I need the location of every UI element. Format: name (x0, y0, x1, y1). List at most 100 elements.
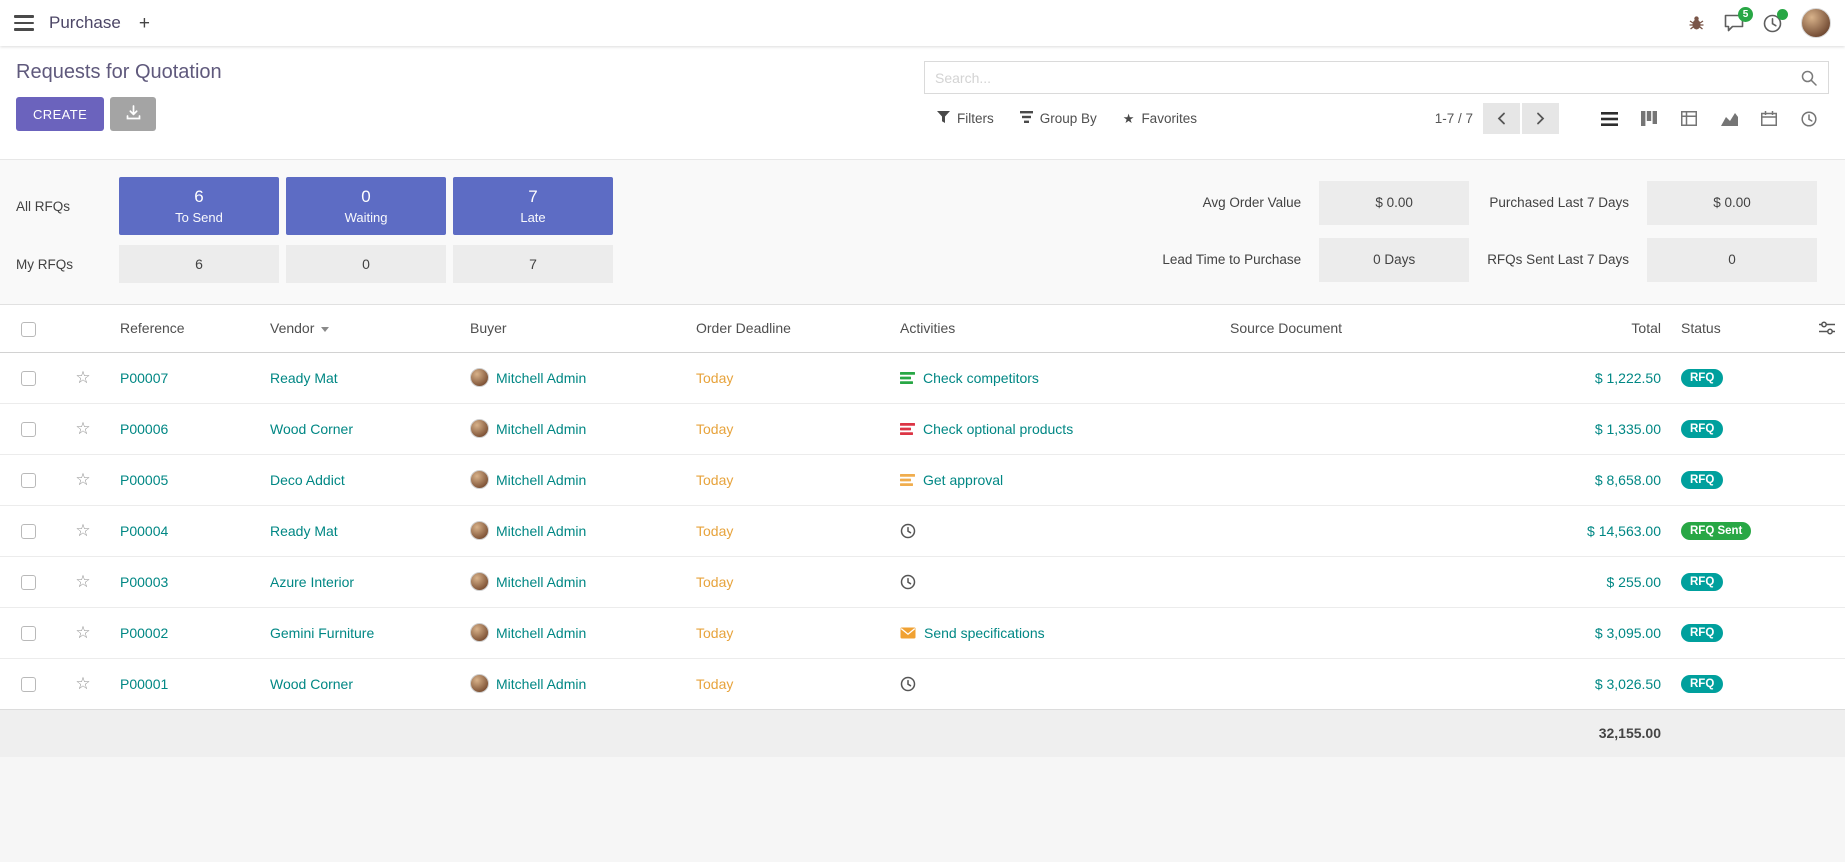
col-header-status[interactable]: Status (1671, 305, 1787, 352)
activity-icon[interactable] (900, 627, 916, 639)
table-row[interactable]: ☆ P00001 Wood Corner Mitchell Admin Toda… (0, 658, 1845, 709)
activity-cell[interactable] (900, 574, 1210, 590)
activity-cell[interactable] (900, 676, 1210, 692)
favorite-star-icon[interactable]: ☆ (75, 674, 90, 693)
vendor-link[interactable]: Ready Mat (270, 523, 338, 539)
vendor-link[interactable]: Wood Corner (270, 421, 353, 437)
card-to-send[interactable]: 6 To Send (119, 177, 279, 235)
total-amount: $ 8,658.00 (1595, 472, 1661, 488)
vendor-link[interactable]: Ready Mat (270, 370, 338, 386)
activity-icon[interactable] (900, 371, 915, 385)
view-switch-pivot-icon[interactable] (1669, 103, 1709, 134)
table-row[interactable]: ☆ P00007 Ready Mat Mitchell Admin Today … (0, 352, 1845, 403)
vendor-link[interactable]: Wood Corner (270, 676, 353, 692)
favorite-star-icon[interactable]: ☆ (75, 521, 90, 540)
col-header-buyer[interactable]: Buyer (460, 305, 686, 352)
row-checkbox[interactable] (21, 677, 36, 692)
activity-icon[interactable] (900, 422, 915, 436)
col-header-order-deadline[interactable]: Order Deadline (686, 305, 890, 352)
buyer-name[interactable]: Mitchell Admin (496, 523, 586, 539)
row-checkbox[interactable] (21, 422, 36, 437)
user-avatar[interactable] (1801, 8, 1831, 38)
favorites-star-icon: ★ (1123, 111, 1135, 127)
debug-bug-icon[interactable] (1688, 15, 1705, 31)
reference-link[interactable]: P00003 (120, 574, 168, 590)
reference-link[interactable]: P00005 (120, 472, 168, 488)
view-switch-calendar-icon[interactable] (1749, 103, 1789, 134)
create-button[interactable]: CREATE (16, 97, 104, 131)
col-header-reference[interactable]: Reference (110, 305, 260, 352)
favorite-star-icon[interactable]: ☆ (75, 368, 90, 387)
reference-link[interactable]: P00002 (120, 625, 168, 641)
table-row[interactable]: ☆ P00006 Wood Corner Mitchell Admin Toda… (0, 403, 1845, 454)
reference-link[interactable]: P00007 (120, 370, 168, 386)
view-switch-graph-icon[interactable] (1709, 103, 1749, 134)
col-header-activities[interactable]: Activities (890, 305, 1220, 352)
search-input[interactable] (925, 70, 1790, 86)
messages-icon[interactable]: 5 (1724, 14, 1744, 32)
row-checkbox[interactable] (21, 575, 36, 590)
vendor-link[interactable]: Deco Addict (270, 472, 345, 488)
buyer-name[interactable]: Mitchell Admin (496, 574, 586, 590)
group-by-button[interactable]: Group By (1007, 105, 1110, 132)
my-to-send-value[interactable]: 6 (119, 245, 279, 283)
my-late-value[interactable]: 7 (453, 245, 613, 283)
favorite-star-icon[interactable]: ☆ (75, 572, 90, 591)
activity-cell[interactable]: Get approval (900, 472, 1210, 488)
view-switch-list-icon[interactable] (1589, 103, 1629, 134)
col-header-total[interactable]: Total (1448, 305, 1671, 352)
my-waiting-value[interactable]: 0 (286, 245, 446, 283)
filters-button[interactable]: Filters (924, 105, 1007, 132)
activity-label[interactable]: Check optional products (923, 421, 1073, 437)
menu-hamburger-icon[interactable] (14, 15, 34, 31)
reference-link[interactable]: P00006 (120, 421, 168, 437)
buyer-name[interactable]: Mitchell Admin (496, 472, 586, 488)
export-button[interactable] (110, 97, 156, 131)
activities-icon[interactable] (1763, 14, 1782, 33)
activity-icon[interactable] (900, 574, 916, 590)
card-late[interactable]: 7 Late (453, 177, 613, 235)
buyer-name[interactable]: Mitchell Admin (496, 421, 586, 437)
table-row[interactable]: ☆ P00005 Deco Addict Mitchell Admin Toda… (0, 454, 1845, 505)
activity-label[interactable]: Check competitors (923, 370, 1039, 386)
activity-cell[interactable]: Check competitors (900, 370, 1210, 386)
favorite-star-icon[interactable]: ☆ (75, 419, 90, 438)
table-row[interactable]: ☆ P00003 Azure Interior Mitchell Admin T… (0, 556, 1845, 607)
plus-icon[interactable]: + (139, 14, 150, 33)
buyer-name[interactable]: Mitchell Admin (496, 625, 586, 641)
view-switch-kanban-icon[interactable] (1629, 103, 1669, 134)
table-row[interactable]: ☆ P00002 Gemini Furniture Mitchell Admin… (0, 607, 1845, 658)
pager-previous-button[interactable] (1483, 103, 1520, 134)
search-icon[interactable] (1790, 70, 1828, 86)
select-all-checkbox[interactable] (21, 322, 36, 337)
view-switch-activity-icon[interactable] (1789, 103, 1829, 134)
app-name[interactable]: Purchase (49, 13, 121, 33)
activity-cell[interactable] (900, 523, 1210, 539)
activity-icon[interactable] (900, 523, 916, 539)
activity-icon[interactable] (900, 473, 915, 487)
table-row[interactable]: ☆ P00004 Ready Mat Mitchell Admin Today … (0, 505, 1845, 556)
buyer-name[interactable]: Mitchell Admin (496, 676, 586, 692)
row-checkbox[interactable] (21, 524, 36, 539)
row-checkbox[interactable] (21, 371, 36, 386)
pager-next-button[interactable] (1522, 103, 1559, 134)
row-checkbox[interactable] (21, 473, 36, 488)
col-header-vendor[interactable]: Vendor (260, 305, 460, 352)
vendor-link[interactable]: Azure Interior (270, 574, 354, 590)
card-waiting[interactable]: 0 Waiting (286, 177, 446, 235)
favorite-star-icon[interactable]: ☆ (75, 623, 90, 642)
activity-icon[interactable] (900, 676, 916, 692)
col-header-source-document[interactable]: Source Document (1220, 305, 1448, 352)
optional-columns-icon[interactable] (1797, 321, 1835, 335)
activity-cell[interactable]: Send specifications (900, 625, 1210, 641)
activity-label[interactable]: Get approval (923, 472, 1003, 488)
favorites-button[interactable]: ★ Favorites (1110, 105, 1210, 133)
activity-label[interactable]: Send specifications (924, 625, 1045, 641)
reference-link[interactable]: P00001 (120, 676, 168, 692)
reference-link[interactable]: P00004 (120, 523, 168, 539)
row-checkbox[interactable] (21, 626, 36, 641)
vendor-link[interactable]: Gemini Furniture (270, 625, 374, 641)
buyer-name[interactable]: Mitchell Admin (496, 370, 586, 386)
activity-cell[interactable]: Check optional products (900, 421, 1210, 437)
favorite-star-icon[interactable]: ☆ (75, 470, 90, 489)
